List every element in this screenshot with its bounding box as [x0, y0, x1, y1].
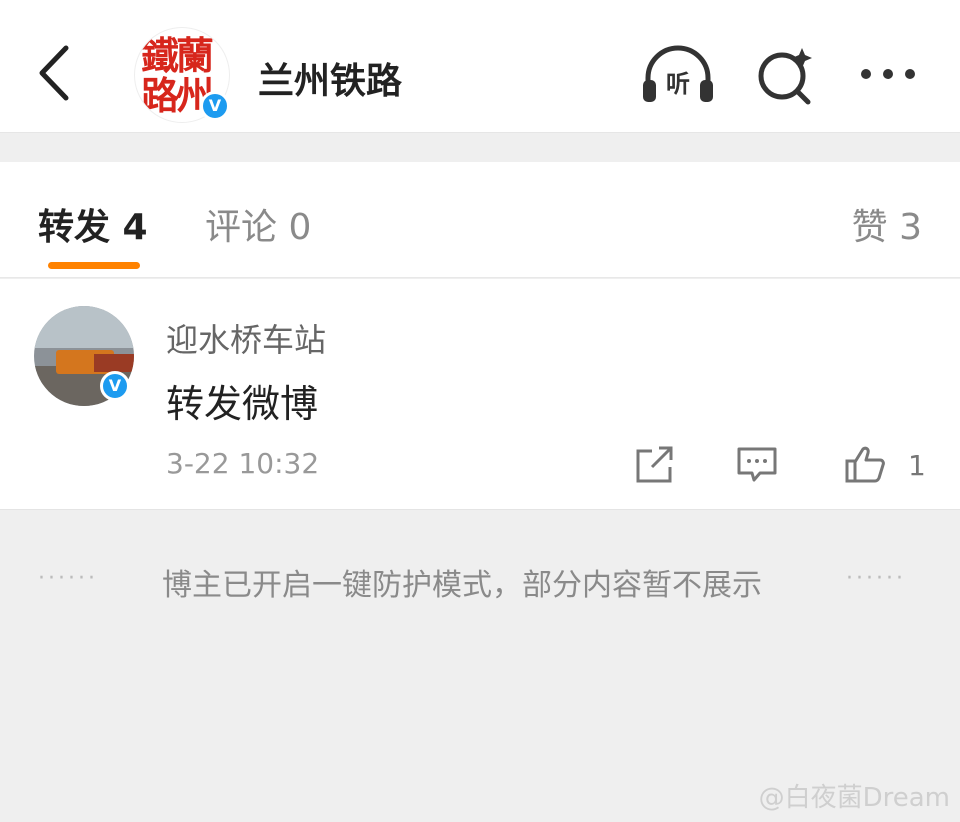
- comment-icon[interactable]: [736, 445, 778, 485]
- verified-badge-icon: V: [200, 91, 230, 121]
- tab-like[interactable]: 赞 3: [852, 198, 922, 250]
- repost-content: 转发微博: [166, 382, 319, 426]
- notice-dots-left: ······: [38, 566, 98, 591]
- interaction-tabs: 转发 4 评论 0 赞 3: [0, 162, 960, 278]
- protection-notice: ······ 博主已开启一键防护模式，部分内容暂不展示 ······: [0, 560, 960, 603]
- like-thumb-icon[interactable]: [844, 445, 886, 485]
- top-nav-bar: 鐵蘭路州 V 兰州铁路 听: [0, 0, 960, 133]
- search-icon[interactable]: [752, 44, 828, 106]
- listen-headphones-icon[interactable]: 听: [640, 44, 716, 106]
- account-name[interactable]: 兰州铁路: [258, 52, 402, 104]
- repost-username[interactable]: 迎水桥车站: [166, 315, 326, 361]
- like-count: 1: [908, 449, 926, 482]
- tab-comment[interactable]: 评论 0: [205, 198, 311, 250]
- verified-badge-icon: V: [100, 371, 130, 401]
- notice-dots-right: ······: [846, 566, 906, 591]
- watermark: @白夜菌Dream: [758, 783, 950, 813]
- notice-text: 博主已开启一键防护模式，部分内容暂不展示: [162, 568, 762, 603]
- more-options-icon[interactable]: [856, 44, 932, 106]
- tab-repost[interactable]: 转发 4: [38, 198, 148, 250]
- list-item[interactable]: V 迎水桥车站 转发微博 3-22 10:32 1: [0, 279, 960, 510]
- listen-label: 听: [666, 70, 690, 98]
- active-tab-indicator: [48, 262, 140, 269]
- share-icon[interactable]: [634, 445, 676, 485]
- repost-timestamp: 3-22 10:32: [166, 447, 320, 480]
- back-arrow-icon[interactable]: [32, 42, 76, 104]
